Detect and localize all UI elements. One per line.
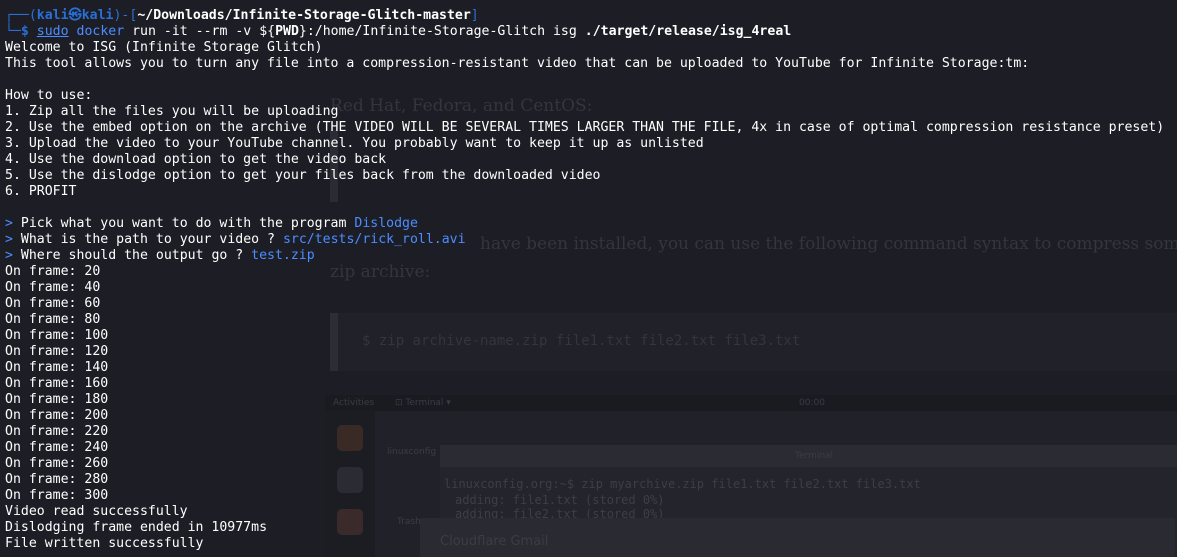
question-answer: test.zip — [251, 248, 315, 263]
output-welcome: Welcome to ISG (Infinite Storage Glitch) — [5, 40, 323, 55]
terminal-output[interactable]: ┌──(kali㉿kali)-[~/Downloads/Infinite-Sto… — [5, 8, 1164, 552]
question-line: > What is the path to your video ? src/t… — [5, 232, 1164, 248]
prompt-host: kali — [81, 8, 114, 23]
frame-line: On frame: 280 — [5, 472, 109, 487]
output-file-written: File written successfully — [5, 536, 204, 551]
output-how-to: How to use: — [5, 88, 93, 103]
question-marker: > — [5, 232, 13, 247]
output-step: 1. Zip all the files you will be uploadi… — [5, 104, 339, 119]
frame-line: On frame: 80 — [5, 312, 101, 327]
frame-line: On frame: 160 — [5, 376, 109, 391]
frame-line: On frame: 180 — [5, 392, 109, 407]
cmd-mount: :/home/Infinite-Storage-Glitch isg — [306, 24, 577, 39]
question-answer: Dislodge — [354, 216, 418, 231]
terminal-window[interactable]: Red Hat, Fedora, and CentOS: have been i… — [0, 0, 1177, 557]
question-line: > Pick what you want to do with the prog… — [5, 216, 1164, 232]
frame-line: On frame: 120 — [5, 344, 109, 359]
output-dislodge-time: Dislodging frame ended in 10977ms — [5, 520, 268, 535]
output-step: 2. Use the embed option on the archive (… — [5, 120, 1165, 135]
prompt-at-symbol: ㉿ — [68, 8, 82, 23]
output-step: 4. Use the download option to get the vi… — [5, 152, 387, 167]
output-step: 3. Upload the video to your YouTube chan… — [5, 136, 704, 151]
question-line: > Where should the output go ? test.zip — [5, 248, 1164, 264]
prompt-dollar: $ — [20, 24, 29, 39]
cmd-docker: docker — [76, 24, 125, 39]
frame-line: On frame: 60 — [5, 296, 101, 311]
question-answer: src/tests/rick_roll.avi — [282, 232, 466, 247]
frame-line: On frame: 20 — [5, 264, 101, 279]
cmd-run: run — [132, 24, 156, 39]
output-intro: This tool allows you to turn any file in… — [5, 56, 1030, 71]
prompt-cwd: ~/Downloads/Infinite-Storage-Glitch-mast… — [137, 8, 471, 23]
cmd-var-close: } — [298, 24, 307, 39]
question-marker: > — [5, 248, 13, 263]
output-step: 5. Use the dislodge option to get your f… — [5, 168, 601, 183]
question-text: Pick what you want to do with the progra… — [20, 216, 347, 231]
frame-line: On frame: 240 — [5, 440, 109, 455]
question-text: Where should the output go ? — [20, 248, 244, 263]
cmd-var-open: ${ — [259, 24, 276, 39]
cmd-flags: -it --rm -v — [163, 24, 252, 39]
frame-line: On frame: 220 — [5, 424, 109, 439]
frame-line: On frame: 260 — [5, 456, 109, 471]
prompt-user: kali — [36, 8, 69, 23]
cmd-sudo: sudo — [36, 24, 69, 39]
output-video-read: Video read successfully — [5, 504, 188, 519]
output-step: 6. PROFIT — [5, 184, 77, 199]
frame-line: On frame: 300 — [5, 488, 109, 503]
frame-line: On frame: 200 — [5, 408, 109, 423]
question-marker: > — [5, 216, 13, 231]
prompt-header: ┌──(kali㉿kali)-[~/Downloads/Infinite-Sto… — [5, 8, 479, 23]
command-line[interactable]: └─$ sudo docker run -it --rm -v ${PWD}:/… — [5, 24, 1164, 40]
frame-line: On frame: 140 — [5, 360, 109, 375]
cmd-binary: ./target/release/isg_4real — [584, 24, 792, 39]
question-text: What is the path to your video ? — [20, 232, 275, 247]
cmd-var-name: PWD — [275, 24, 299, 39]
frame-line: On frame: 40 — [5, 280, 101, 295]
frame-line: On frame: 100 — [5, 328, 109, 343]
